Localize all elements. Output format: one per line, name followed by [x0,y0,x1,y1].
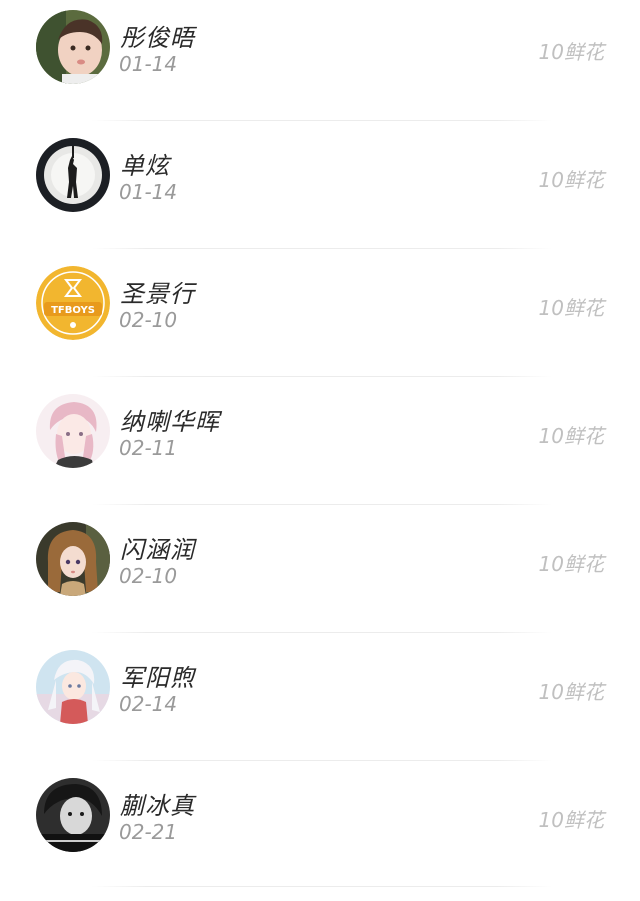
avatar[interactable] [36,394,110,468]
divider [92,504,552,505]
gift-date: 02-11 [119,436,178,460]
list-item[interactable]: TFBOYS 圣景行 02-10 10鲜花 [0,256,640,384]
gift-amount: 10鲜花 [538,296,604,320]
user-name: 单炫 [120,152,170,180]
gift-date: 02-10 [119,564,178,588]
gift-amount: 10鲜花 [538,552,604,576]
list-item[interactable]: 彤俊晤 01-14 10鲜花 [0,0,640,128]
list-item[interactable]: 纳喇华晖 02-11 10鲜花 [0,384,640,512]
list-item[interactable]: 闪涵润 02-10 10鲜花 [0,512,640,640]
divider [92,760,552,761]
divider [92,376,552,377]
gift-date: 01-14 [119,52,178,76]
divider [92,248,552,249]
user-name: 军阳煦 [120,664,195,692]
svg-text:TFBOYS: TFBOYS [51,305,95,316]
gift-record-list: 彤俊晤 01-14 10鲜花 单炫 01-14 10鲜花 TFBOYS 圣景行 … [0,0,640,901]
user-name: 蒯冰真 [120,792,195,820]
list-item[interactable]: 蒯冰真 02-21 10鲜花 [0,768,640,896]
gift-amount: 10鲜花 [538,424,604,448]
avatar[interactable] [36,10,110,84]
divider [92,886,552,887]
gift-date: 02-10 [119,308,178,332]
avatar[interactable] [36,522,110,596]
gift-amount: 10鲜花 [538,808,604,832]
user-name: 圣景行 [120,280,195,308]
gift-amount: 10鲜花 [538,680,604,704]
gift-date: 01-14 [119,180,178,204]
gift-amount: 10鲜花 [538,40,604,64]
user-name: 纳喇华晖 [120,408,220,436]
avatar[interactable] [36,650,110,724]
divider [92,120,552,121]
avatar[interactable] [36,138,110,212]
user-name: 闪涵润 [120,536,195,564]
list-item[interactable]: 单炫 01-14 10鲜花 [0,128,640,256]
user-name: 彤俊晤 [120,24,195,52]
avatar[interactable]: TFBOYS [36,266,110,340]
avatar[interactable] [36,778,110,852]
gift-amount: 10鲜花 [538,168,604,192]
list-item[interactable]: 军阳煦 02-14 10鲜花 [0,640,640,768]
gift-date: 02-21 [119,820,178,844]
gift-date: 02-14 [119,692,178,716]
divider [92,632,552,633]
